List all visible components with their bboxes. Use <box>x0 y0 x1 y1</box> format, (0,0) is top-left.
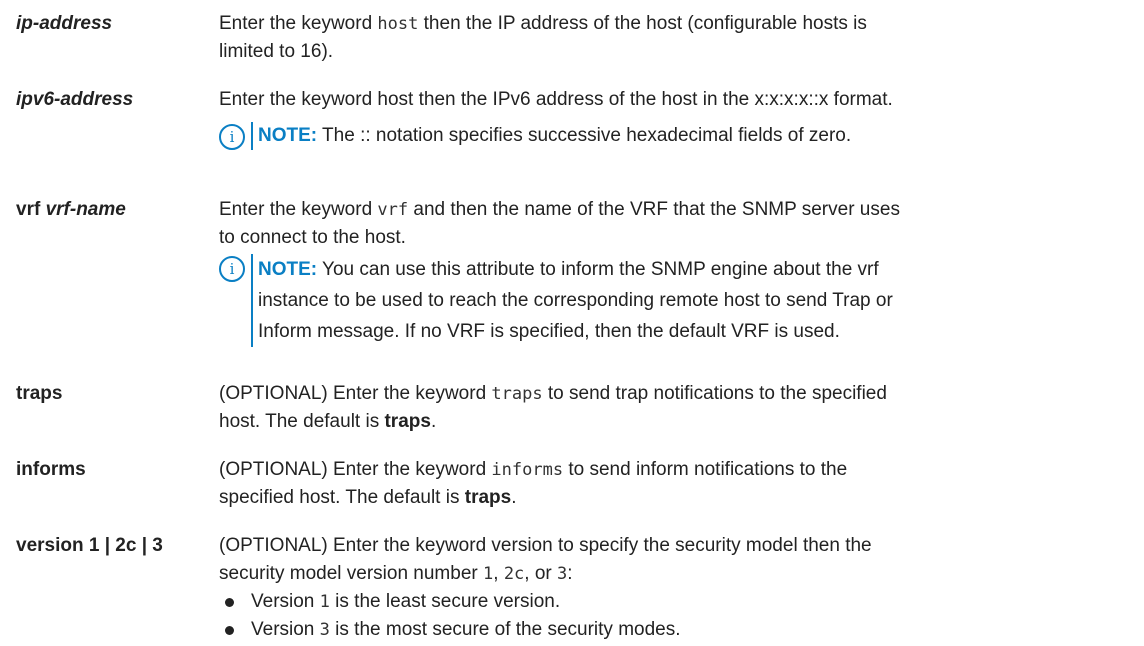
desc-line: security model version number 1, 2c, or … <box>219 563 573 584</box>
desc-line: specified host. The default is traps. <box>219 487 517 508</box>
desc-line: (OPTIONAL) Enter the keyword version to … <box>219 535 872 556</box>
note-box: i NOTE: You can use this attribute to in… <box>219 254 1119 347</box>
code-keyword: vrf <box>377 200 409 220</box>
param-term: ipv6-address <box>16 86 133 114</box>
code-keyword: 3 <box>319 620 330 640</box>
param-description: Enter the keyword host then the IPv6 add… <box>219 86 1119 150</box>
note-box: i NOTE: The :: notation specifies succes… <box>219 122 1119 150</box>
param-term: traps <box>16 383 63 404</box>
code-keyword: traps <box>491 384 543 404</box>
code-keyword: 2c <box>503 564 525 584</box>
desc-line: limited to 16). <box>219 41 334 62</box>
default-value: traps <box>464 487 512 508</box>
info-circle-icon: i <box>219 256 245 282</box>
desc-line: Enter the keyword vrf and then the name … <box>219 199 900 220</box>
note-body: NOTE: The :: notation specifies successi… <box>251 122 1119 150</box>
param-description: (OPTIONAL) Enter the keyword traps to se… <box>219 380 1119 436</box>
param-variable: ip-address <box>16 13 113 34</box>
desc-line: (OPTIONAL) Enter the keyword traps to se… <box>219 383 887 404</box>
param-term: vrf vrf-name <box>16 199 126 220</box>
list-item: Version 1 is the least secure version. <box>219 588 1119 616</box>
note-label: NOTE: <box>258 259 318 280</box>
list-item: Version 3 is the most secure of the secu… <box>219 616 1119 644</box>
param-description: Enter the keyword vrf and then the name … <box>219 196 1119 347</box>
note-label: NOTE: <box>258 125 318 146</box>
code-keyword: informs <box>491 460 564 480</box>
desc-line: (OPTIONAL) Enter the keyword informs to … <box>219 459 848 480</box>
param-term: ip-address <box>16 10 112 38</box>
code-keyword: 1 <box>319 592 330 612</box>
code-keyword: 1 <box>483 564 494 584</box>
param-variable: vrf-name <box>45 199 126 220</box>
default-value: traps <box>384 411 431 432</box>
desc-line: Enter the keyword host then the IP addre… <box>219 13 867 34</box>
param-variable: ipv6-address <box>16 89 134 110</box>
param-description: (OPTIONAL) Enter the keyword informs to … <box>219 456 1119 512</box>
note-body: NOTE: You can use this attribute to info… <box>251 254 1119 347</box>
param-term: informs <box>16 459 86 480</box>
param-description: (OPTIONAL) Enter the keyword version to … <box>219 532 1119 644</box>
desc-line: Enter the keyword host then the IPv6 add… <box>219 89 893 110</box>
desc-line: host. The default is traps. <box>219 411 437 432</box>
code-keyword: 3 <box>557 564 568 584</box>
info-circle-icon: i <box>219 124 245 150</box>
code-keyword: host <box>377 14 419 34</box>
param-term: version 1 | 2c | 3 <box>16 535 163 556</box>
param-description: Enter the keyword host then the IP addre… <box>219 10 1119 66</box>
desc-line: to connect to the host. <box>219 227 406 248</box>
